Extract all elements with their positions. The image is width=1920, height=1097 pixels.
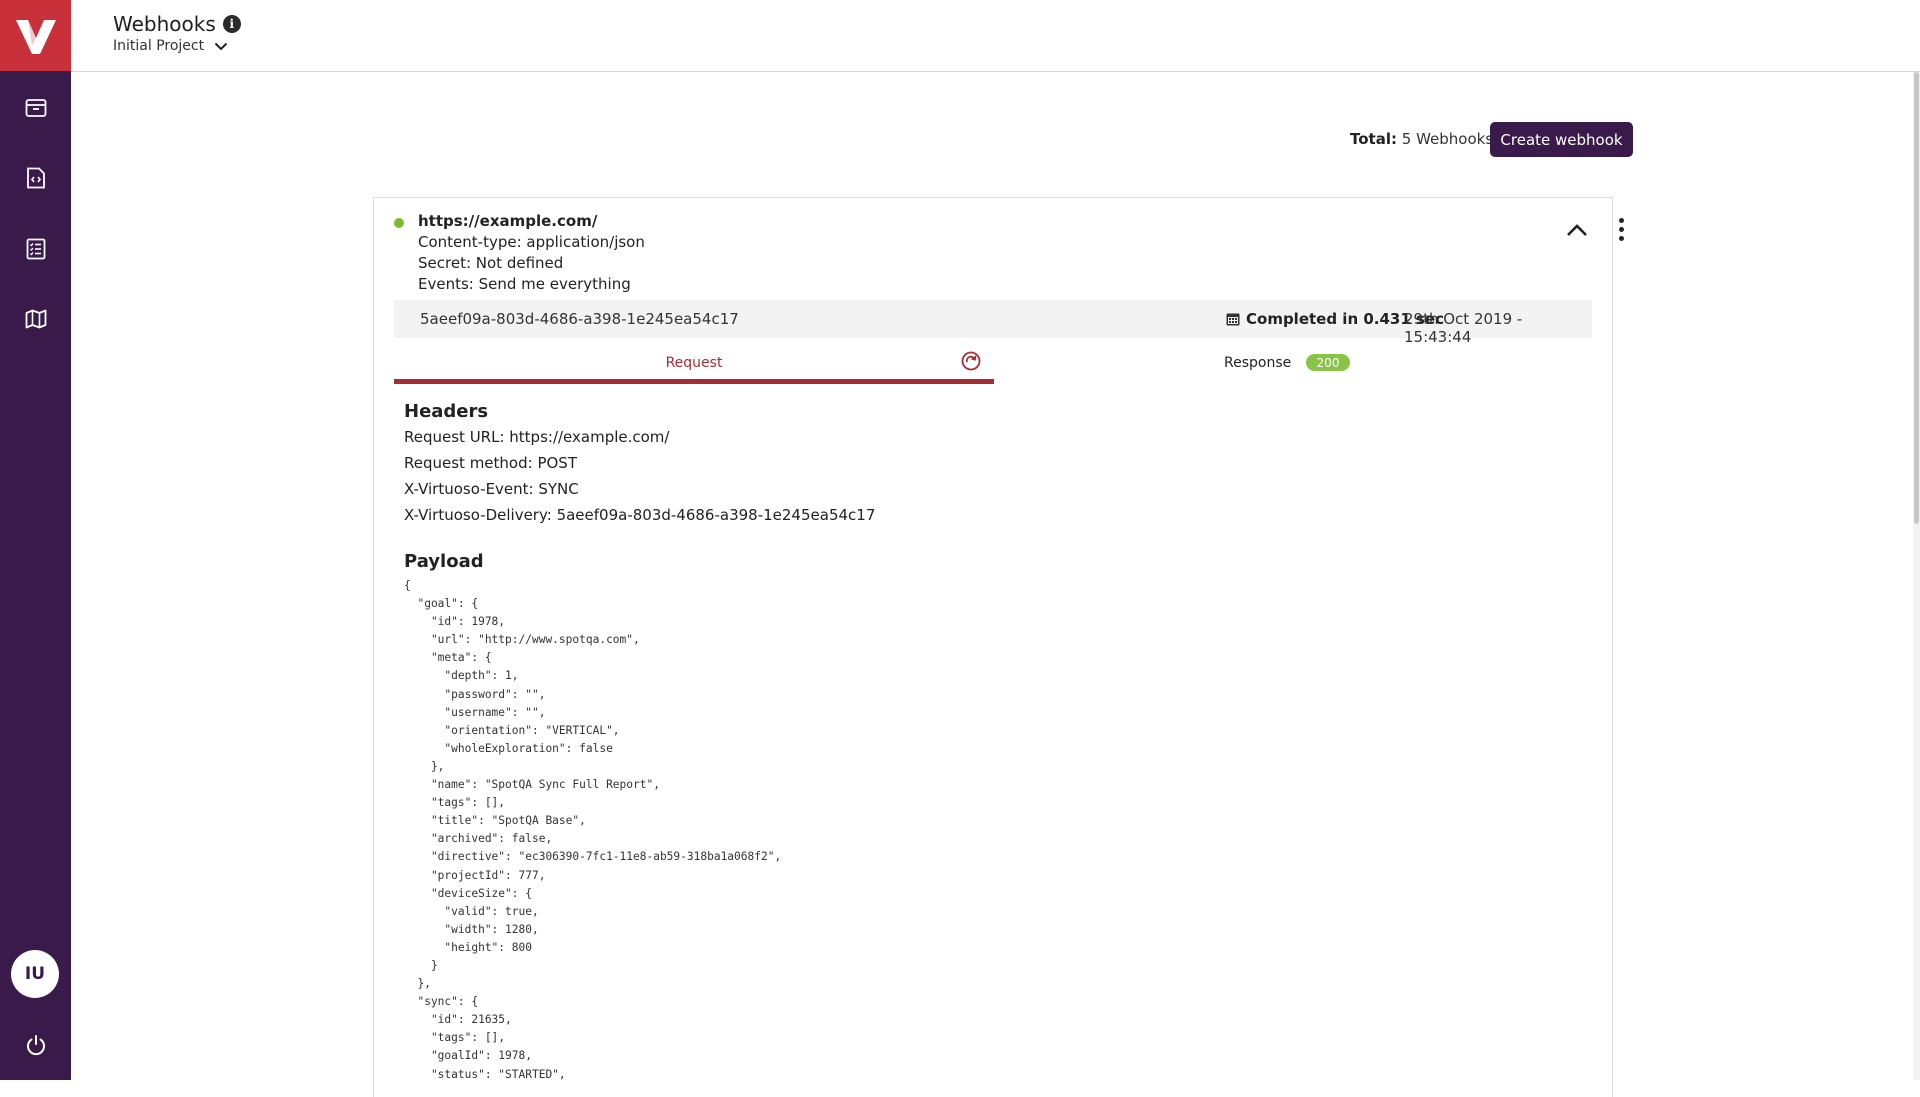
page-title: Webhooks <box>113 12 216 36</box>
info-icon[interactable]: i <box>222 15 241 33</box>
headers-title: Headers <box>404 401 489 422</box>
tab-response-label: Response <box>1224 355 1292 371</box>
tab-request[interactable]: Request <box>394 342 994 384</box>
power-icon[interactable] <box>22 1031 50 1059</box>
chevron-down-icon <box>214 42 228 50</box>
checklist-icon[interactable] <box>22 235 50 263</box>
collapse-chevron-icon[interactable] <box>1563 218 1591 242</box>
top-header: Webhooks i Initial Project <box>71 0 1920 72</box>
create-webhook-button[interactable]: Create webhook <box>1490 122 1633 157</box>
map-icon[interactable] <box>22 305 50 333</box>
header-line: X-Virtuoso-Event: SYNC <box>404 480 579 498</box>
tab-response[interactable]: Response 200 <box>994 342 1592 384</box>
webhook-card: https://example.com/ Content-type: appli… <box>373 197 1613 1097</box>
webhook-secret: Secret: Not defined <box>418 254 564 272</box>
app-logo[interactable] <box>0 0 71 71</box>
code-file-icon[interactable] <box>22 164 50 192</box>
delivery-id: 5aeef09a-803d-4686-a398-1e245ea54c17 <box>420 310 739 328</box>
header-line: Request URL: https://example.com/ <box>404 428 670 446</box>
tab-request-label: Request <box>665 355 723 371</box>
sidebar: IU <box>0 0 71 1080</box>
project-selector[interactable]: Initial Project <box>113 38 228 54</box>
webhook-url: https://example.com/ <box>418 212 598 230</box>
title-row: Webhooks i <box>113 12 241 36</box>
logo-v-icon <box>15 19 56 54</box>
payload-title: Payload <box>404 551 484 572</box>
status-indicator <box>394 218 404 228</box>
webhooks-total: Total: 5 Webhooks <box>1350 130 1493 148</box>
total-label: Total: <box>1350 130 1397 148</box>
redeliver-icon[interactable] <box>960 350 982 372</box>
header-line: X-Virtuoso-Delivery: 5aeef09a-803d-4686-… <box>404 506 876 524</box>
webhook-events: Events: Send me everything <box>418 275 631 293</box>
response-status-badge: 200 <box>1306 354 1350 371</box>
webhook-content-type: Content-type: application/json <box>418 233 645 251</box>
user-avatar[interactable]: IU <box>11 950 59 998</box>
delivery-date: 29th Oct 2019 - 15:43:44 <box>1404 310 1523 346</box>
scrollbar-thumb[interactable] <box>1914 72 1919 524</box>
more-options-icon[interactable] <box>1610 215 1632 243</box>
archive-icon[interactable] <box>22 94 50 122</box>
project-name: Initial Project <box>113 38 205 54</box>
calendar-icon <box>1226 313 1240 326</box>
header-line: Request method: POST <box>404 454 577 472</box>
delivery-summary[interactable]: 5aeef09a-803d-4686-a398-1e245ea54c17 Com… <box>394 300 1592 346</box>
payload-json: { "goal": { "id": 1978, "url": "http://w… <box>404 579 782 1081</box>
total-value: 5 Webhooks <box>1401 130 1494 148</box>
